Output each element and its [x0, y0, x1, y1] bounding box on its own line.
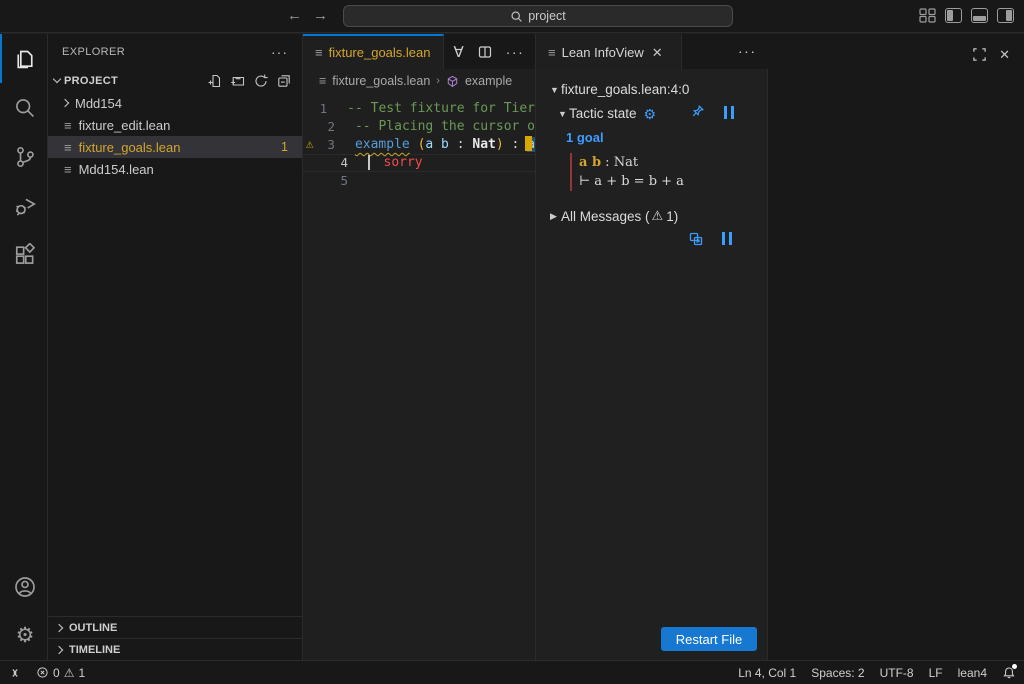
- search-value: project: [528, 9, 566, 23]
- chevron-right-icon: [55, 645, 63, 653]
- code-line-current: 4 sorry: [303, 154, 535, 172]
- run-debug-icon[interactable]: [0, 181, 48, 230]
- explorer-icon[interactable]: [0, 34, 48, 83]
- breadcrumb[interactable]: ≡ fixture_goals.lean › example: [303, 69, 535, 93]
- tree-item-folder[interactable]: Mdd154: [48, 92, 302, 114]
- all-messages-row[interactable]: ▶ All Messages ( ⚠ 1): [550, 208, 767, 224]
- code-editor[interactable]: 1 -- Test fixture for Tier 2 -- Placing …: [303, 93, 535, 190]
- lean-file-icon: ≡: [64, 140, 72, 155]
- code-line: 1 -- Test fixture for Tier: [303, 100, 535, 118]
- eol-status[interactable]: LF: [929, 666, 943, 680]
- triangle-down-icon: ▼: [558, 109, 569, 119]
- explorer-more-icon[interactable]: ···: [271, 44, 288, 60]
- cursor-position-status[interactable]: Ln 4, Col 1: [738, 666, 796, 680]
- code-line: ⚠ 3 example (a b : Nat) : a: [303, 136, 535, 154]
- close-window-icon[interactable]: ✕: [999, 47, 1010, 63]
- hypothesis-line: a b : Nat: [579, 153, 767, 172]
- refresh-icon[interactable]: [253, 73, 269, 89]
- tab-bar: ≡ fixture_goals.lean ∀ ···: [303, 34, 535, 69]
- tree-item-file[interactable]: ≡ Mdd154.lean: [48, 158, 302, 180]
- chevron-right-icon: [61, 99, 69, 107]
- search-sidebar-icon[interactable]: [0, 83, 48, 132]
- project-section-label: PROJECT: [64, 75, 118, 87]
- toggle-secondary-sidebar-icon[interactable]: [997, 8, 1014, 23]
- toggle-panel-icon[interactable]: [971, 8, 988, 23]
- lean-infoview-toggle-icon[interactable]: ∀: [454, 43, 464, 61]
- tab-lean-infoview[interactable]: ≡ Lean InfoView ✕: [536, 34, 682, 69]
- overview-ruler-warning-marker: [525, 136, 532, 151]
- triangle-right-icon: ▶: [550, 211, 561, 222]
- status-bar: 0 ⚠ 1 Ln 4, Col 1 Spaces: 2 UTF-8 LF lea…: [0, 660, 1024, 684]
- problems-status[interactable]: 0 ⚠ 1: [36, 666, 85, 680]
- explorer-title: EXPLORER: [62, 46, 125, 58]
- duplicate-panel-icon[interactable]: [688, 231, 704, 247]
- forward-arrow-icon[interactable]: →: [313, 7, 328, 24]
- collapse-all-icon[interactable]: [276, 73, 292, 89]
- overview-ruler[interactable]: [523, 93, 535, 660]
- outline-section[interactable]: OUTLINE: [48, 616, 302, 638]
- notifications-bell-icon[interactable]: [1002, 666, 1016, 680]
- code-line: 5: [303, 172, 535, 190]
- search-box[interactable]: project: [343, 5, 733, 27]
- warning-triangle-icon: ⚠: [652, 208, 664, 224]
- lean-file-icon: ≡: [548, 45, 556, 60]
- customize-layout-icon[interactable]: [919, 8, 936, 23]
- pause-messages-icon[interactable]: [722, 232, 732, 245]
- title-bar: ← → project: [0, 0, 1024, 33]
- lean-file-icon: ≡: [64, 118, 72, 133]
- problems-badge: 1: [281, 140, 288, 154]
- tree-item-file[interactable]: ≡ fixture_edit.lean: [48, 114, 302, 136]
- pause-updates-icon[interactable]: [724, 106, 734, 119]
- goal-line: ⊢ a + b = b + a: [579, 172, 767, 191]
- remote-indicator-icon[interactable]: [8, 666, 22, 680]
- infoview-location-row[interactable]: ▼ fixture_goals.lean:4:0: [550, 82, 767, 97]
- close-tab-icon[interactable]: ✕: [652, 45, 663, 61]
- encoding-status[interactable]: UTF-8: [880, 666, 914, 680]
- tree-item-file-selected[interactable]: ≡ fixture_goals.lean 1: [48, 136, 302, 158]
- extensions-icon[interactable]: [0, 230, 48, 279]
- explorer-sidebar: EXPLORER ··· PROJECT Mdd154 ≡ fixture_ed…: [48, 34, 303, 660]
- triangle-down-icon: ▼: [550, 85, 561, 95]
- goal-display: a b : Nat ⊢ a + b = b + a: [570, 153, 767, 191]
- new-folder-icon[interactable]: [230, 73, 246, 89]
- lean-infoview-panel: ▼ fixture_goals.lean:4:0 ▼ Tactic state …: [536, 69, 768, 660]
- fullscreen-expand-icon[interactable]: [972, 47, 987, 63]
- source-control-icon[interactable]: [0, 132, 48, 181]
- editor-more-actions-icon[interactable]: ···: [506, 44, 525, 60]
- infoview-more-actions-icon[interactable]: ···: [738, 43, 757, 59]
- pin-icon[interactable]: [691, 104, 705, 118]
- lean-file-icon: ≡: [315, 45, 323, 60]
- editor-group: ≡ fixture_goals.lean ∀ ··· ≡ fixture_goa…: [303, 34, 536, 660]
- lean-file-icon: ≡: [64, 162, 72, 177]
- warning-triangle-icon: ⚠: [303, 136, 316, 154]
- notification-dot: [1012, 664, 1017, 669]
- indentation-status[interactable]: Spaces: 2: [811, 666, 864, 680]
- lean-file-icon: ≡: [319, 74, 326, 88]
- language-mode-status[interactable]: lean4: [958, 666, 987, 680]
- new-file-icon[interactable]: [207, 73, 223, 89]
- infoview-editor-group: ≡ Lean InfoView ✕ ··· ▼ fixture_goals.le…: [536, 34, 1024, 660]
- settings-gear-icon[interactable]: ⚙: [0, 611, 48, 660]
- tactic-settings-gear-icon[interactable]: ⚙: [644, 107, 657, 121]
- restart-file-button[interactable]: Restart File: [661, 627, 757, 651]
- project-section-header[interactable]: PROJECT: [48, 69, 302, 92]
- split-editor-icon[interactable]: [477, 44, 493, 60]
- text-cursor: [368, 155, 370, 170]
- symbol-cube-icon: [446, 75, 459, 88]
- toggle-primary-sidebar-icon[interactable]: [945, 8, 962, 23]
- tab-fixture-goals[interactable]: ≡ fixture_goals.lean: [303, 34, 444, 69]
- activity-bar: ⚙: [0, 34, 48, 660]
- warning-triangle-icon: ⚠: [64, 666, 75, 680]
- chevron-right-icon: [55, 623, 63, 631]
- code-line: 2 -- Placing the cursor o: [303, 118, 535, 136]
- search-icon: [510, 10, 523, 23]
- timeline-section[interactable]: TIMELINE: [48, 638, 302, 660]
- breadcrumb-separator: ›: [436, 75, 440, 87]
- goal-count: 1 goal: [566, 130, 767, 145]
- account-icon[interactable]: [0, 562, 48, 611]
- chevron-down-icon: [53, 75, 61, 83]
- back-arrow-icon[interactable]: ←: [287, 7, 302, 24]
- tactic-state-row[interactable]: ▼ Tactic state ⚙: [558, 106, 758, 121]
- error-circle-icon: [36, 666, 49, 679]
